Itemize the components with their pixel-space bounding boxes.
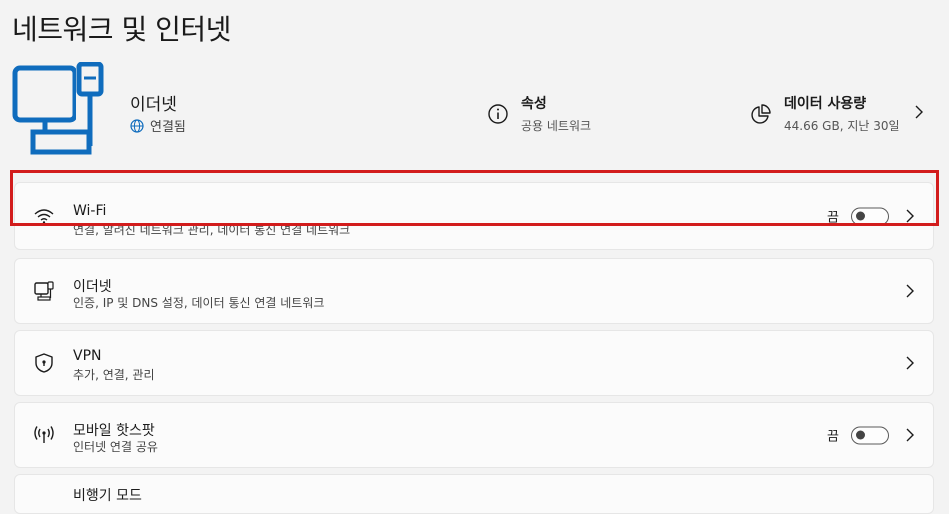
wifi-description: 연결, 알려진 네트워크 관리, 데이터 통신 연결 네트워크	[73, 223, 351, 237]
chevron-right-icon	[906, 284, 914, 298]
vpn-description: 추가, 연결, 관리	[73, 368, 155, 382]
properties-title: 속성	[521, 96, 547, 112]
wifi-toggle[interactable]	[851, 207, 889, 225]
hotspot-icon	[34, 426, 54, 443]
hotspot-toggle-label: 끔	[827, 429, 839, 445]
airplane-mode-title: 비행기 모드	[73, 488, 142, 504]
chevron-right-icon	[906, 428, 914, 442]
data-usage-title: 데이터 사용량	[784, 96, 867, 112]
wifi-toggle-label: 끔	[827, 210, 839, 226]
hotspot-title: 모바일 핫스팟	[73, 423, 155, 439]
connection-status-text: 연결됨	[150, 120, 186, 135]
ethernet-description: 인증, IP 및 DNS 설정, 데이터 통신 연결 네트워크	[73, 296, 325, 310]
vpn-title: VPN	[73, 348, 102, 364]
ethernet-title: 이더넷	[73, 279, 112, 295]
pie-chart-icon	[751, 103, 771, 124]
ethernet-icon	[34, 281, 54, 301]
hotspot-description: 인터넷 연결 공유	[73, 440, 158, 454]
data-usage-subtitle: 44.66 GB, 지난 30일	[784, 119, 900, 133]
properties-subtitle: 공용 네트워크	[521, 119, 592, 133]
page-title: 네트워크 및 인터넷	[12, 13, 231, 46]
connection-name: 이더넷	[130, 95, 177, 115]
wifi-title: Wi-Fi	[73, 203, 107, 219]
ethernet-monitor-icon	[12, 62, 104, 155]
chevron-right-icon	[906, 356, 914, 370]
data-usage-link[interactable]: 데이터 사용량 44.66 GB, 지난 30일	[750, 93, 900, 134]
chevron-right-icon	[906, 209, 914, 223]
hotspot-toggle[interactable]	[851, 426, 889, 444]
info-icon	[488, 103, 508, 124]
ethernet-card[interactable]: 이더넷 인증, IP 및 DNS 설정, 데이터 통신 연결 네트워크	[14, 258, 934, 324]
shield-icon	[35, 353, 53, 373]
wifi-icon	[34, 209, 54, 224]
airplane-mode-card[interactable]: 비행기 모드	[14, 474, 934, 514]
vpn-card[interactable]: VPN 추가, 연결, 관리	[14, 330, 934, 396]
connection-status: 연결됨	[130, 116, 186, 135]
mobile-hotspot-card[interactable]: 모바일 핫스팟 인터넷 연결 공유 끔	[14, 402, 934, 468]
properties-link[interactable]: 속성 공용 네트워크	[487, 93, 591, 134]
globe-icon	[130, 118, 144, 133]
wifi-card[interactable]: Wi-Fi 연결, 알려진 네트워크 관리, 데이터 통신 연결 네트워크 끔	[14, 182, 934, 250]
chevron-right-icon[interactable]	[912, 104, 926, 120]
